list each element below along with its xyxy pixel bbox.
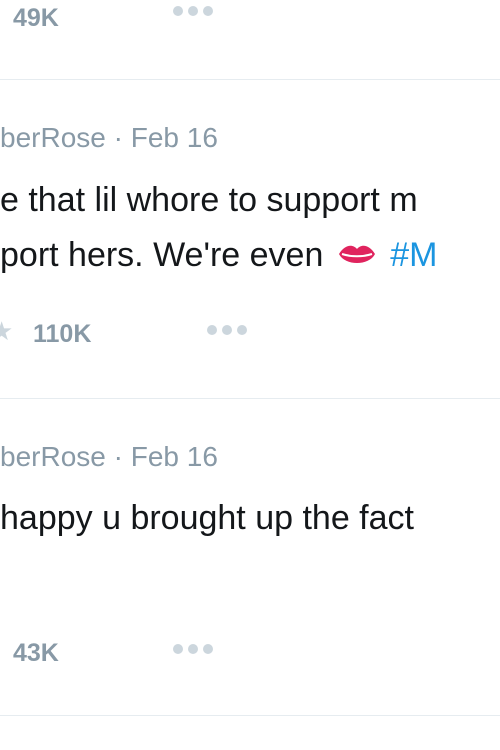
hashtag-link[interactable]: #M: [390, 236, 437, 274]
tweet-date[interactable]: Feb 16: [131, 122, 218, 153]
tweet-text-line: happy u brought up the fact: [0, 499, 414, 537]
tweet-item: berRose · Feb 16 e that lil whore to sup…: [0, 80, 500, 398]
like-count: 43K: [13, 639, 59, 667]
tweet-item: berRose · Feb 16 happy u brought up the …: [0, 399, 500, 715]
like-count: 110K: [33, 320, 92, 348]
tweet-text-line: port hers. We're even #M: [0, 235, 438, 277]
author-name[interactable]: berRose: [0, 441, 106, 472]
more-icon[interactable]: [173, 6, 213, 16]
author-name[interactable]: berRose: [0, 122, 106, 153]
tweet-item: 49K: [0, 0, 500, 80]
tweet-divider: [0, 715, 500, 716]
separator: ·: [113, 122, 123, 153]
star-icon[interactable]: ★: [0, 316, 13, 347]
tweet-text: port hers. We're even: [0, 236, 324, 274]
tweet-text-line: e that lil whore to support m: [0, 181, 418, 219]
tweet-date[interactable]: Feb 16: [131, 441, 218, 472]
tweet-meta: berRose · Feb 16: [0, 441, 218, 473]
kiss-lips-icon: [337, 237, 377, 277]
like-count: 49K: [13, 4, 59, 32]
tweet-meta: berRose · Feb 16: [0, 122, 218, 154]
more-icon[interactable]: [207, 325, 247, 335]
separator: ·: [113, 441, 123, 472]
more-icon[interactable]: [173, 644, 213, 654]
